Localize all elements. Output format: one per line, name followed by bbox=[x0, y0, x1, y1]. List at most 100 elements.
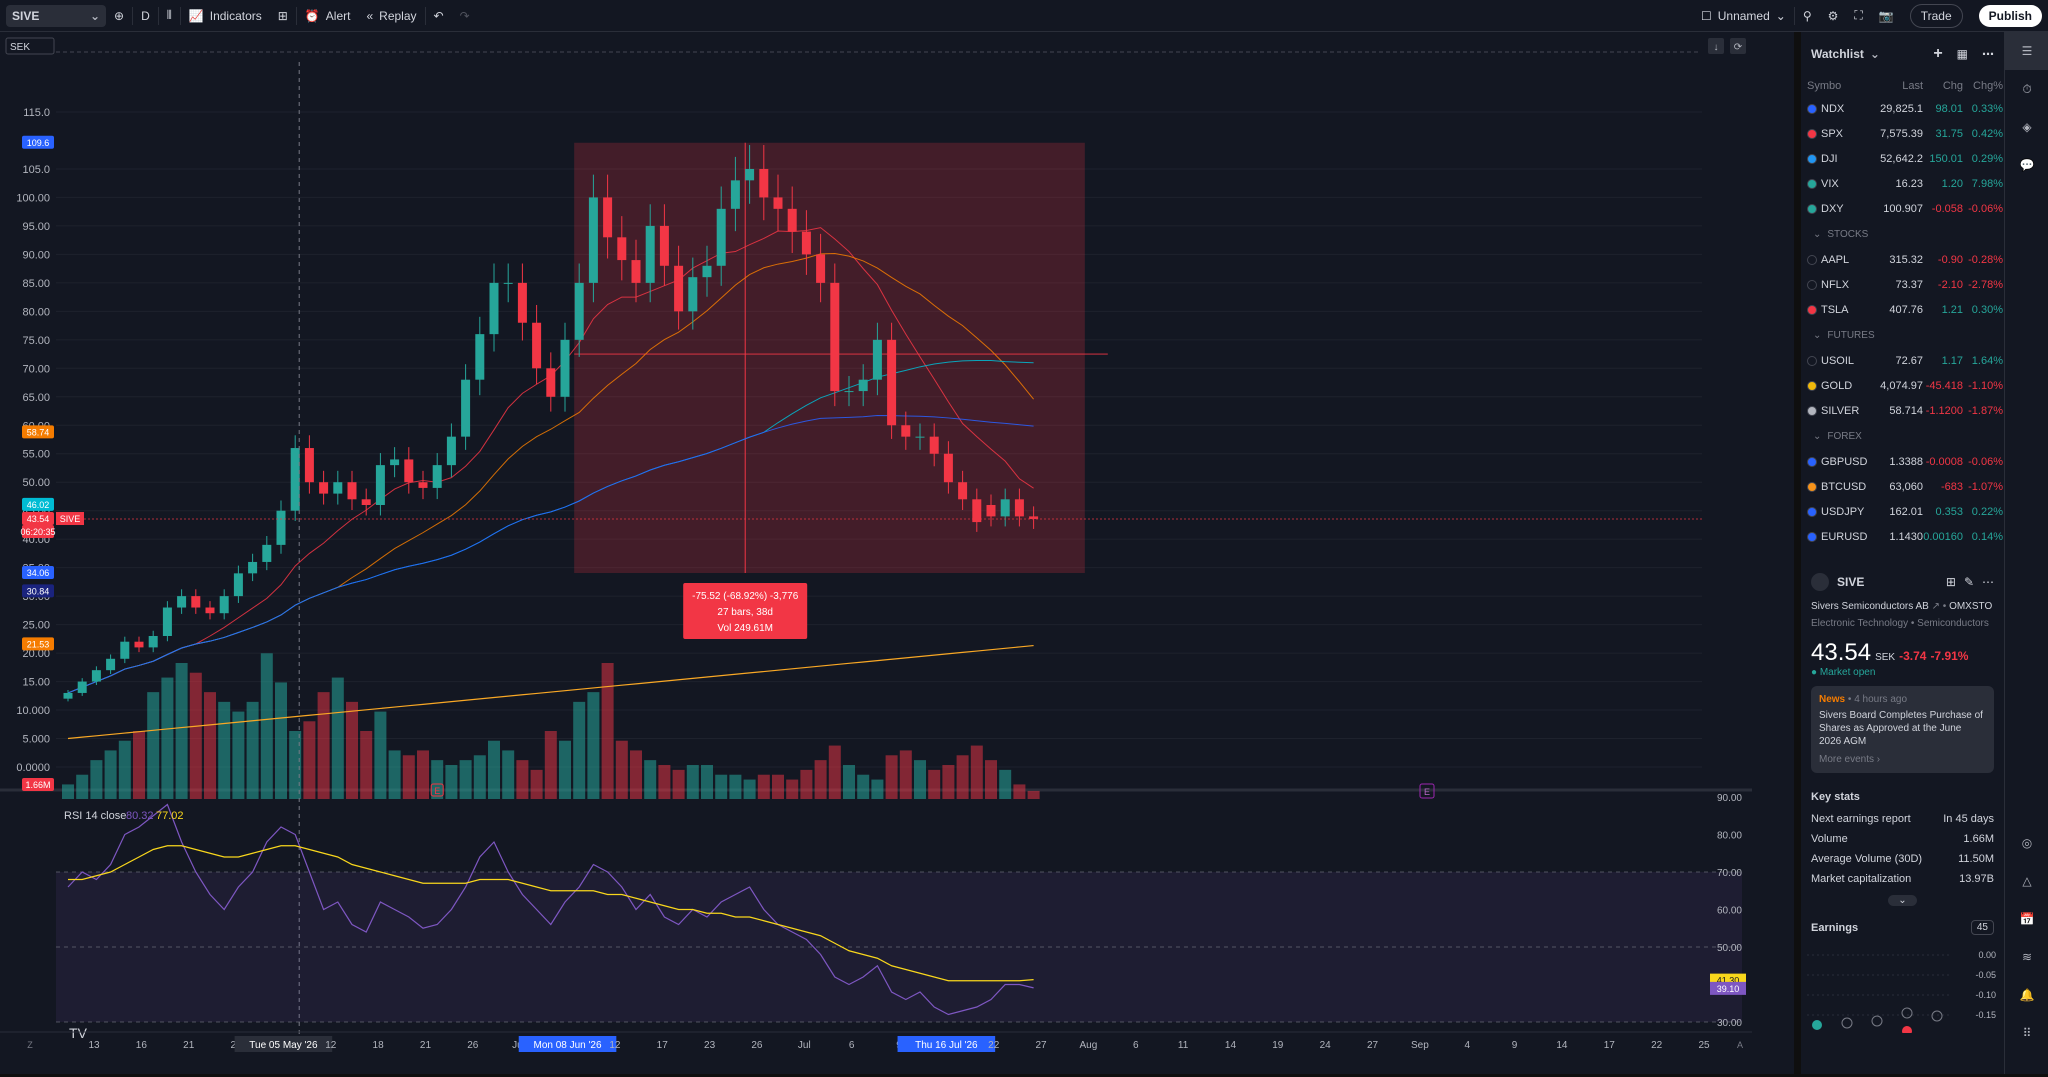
trade-button[interactable]: Trade bbox=[1909, 3, 1963, 28]
candle-body[interactable] bbox=[702, 265, 712, 278]
candle-body[interactable] bbox=[375, 465, 385, 505]
alert-button[interactable]: ⏰ Alert bbox=[297, 0, 359, 32]
candle-body[interactable] bbox=[120, 641, 130, 659]
table-icon[interactable]: ▦ bbox=[1957, 47, 1968, 61]
candle-body[interactable] bbox=[645, 225, 655, 283]
layers-tab[interactable]: ◈ bbox=[2005, 108, 2048, 146]
edit-icon[interactable]: ✎ bbox=[1964, 575, 1974, 589]
watchlist-row[interactable]: SILVER 58.714 -1.1200 -1.87% bbox=[1801, 398, 2004, 423]
candle-body[interactable] bbox=[77, 681, 87, 693]
price-chart[interactable]: 115.0 105.0 100.00 95.00 90.00 85.00 80.00 75.0… bbox=[0, 32, 1752, 1074]
chat-tab[interactable]: 💬 bbox=[2005, 146, 2048, 184]
more-icon[interactable]: ⋯ bbox=[1982, 575, 1994, 589]
candle-body[interactable] bbox=[177, 596, 187, 608]
candle-body[interactable] bbox=[1014, 499, 1024, 517]
watchlist-section-forex[interactable]: ⌄ FOREX bbox=[1801, 423, 2004, 449]
candle-body[interactable] bbox=[958, 482, 968, 500]
add-symbol-icon[interactable]: + bbox=[1933, 45, 1942, 63]
col-last[interactable]: Last bbox=[1877, 80, 1923, 92]
candle-body[interactable] bbox=[759, 168, 769, 198]
candle-body[interactable] bbox=[489, 282, 499, 335]
candle-body[interactable] bbox=[858, 379, 868, 392]
watchlist-row[interactable]: NDX 29,825.1 98.01 0.33% bbox=[1801, 96, 2004, 121]
candle-body[interactable] bbox=[674, 265, 684, 312]
templates-button[interactable]: ⊞ bbox=[270, 0, 296, 32]
candle-body[interactable] bbox=[333, 482, 343, 494]
settings-button[interactable]: ⚙ bbox=[1820, 0, 1847, 32]
sector[interactable]: Electronic Technology bbox=[1811, 618, 1908, 629]
more-events-link[interactable]: More events › bbox=[1819, 754, 1986, 765]
candle-body[interactable] bbox=[106, 658, 116, 671]
chevron-down-icon[interactable]: ⌄ bbox=[1870, 47, 1880, 61]
symbol-search[interactable]: SIVE ⌄ bbox=[6, 4, 106, 27]
candle-body[interactable] bbox=[631, 260, 641, 283]
candle-body[interactable] bbox=[901, 425, 911, 437]
candle-body[interactable] bbox=[986, 505, 996, 517]
candle-body[interactable] bbox=[830, 282, 840, 392]
candle-body[interactable] bbox=[560, 339, 570, 397]
candle-body[interactable] bbox=[887, 339, 897, 426]
candle-body[interactable] bbox=[91, 670, 101, 682]
candle-body[interactable] bbox=[503, 282, 513, 284]
candle-body[interactable] bbox=[603, 197, 613, 238]
candle-body[interactable] bbox=[716, 208, 726, 266]
calendar-tab[interactable]: 📅 bbox=[2005, 900, 2048, 938]
candle-body[interactable] bbox=[730, 180, 740, 209]
candle-body[interactable] bbox=[432, 465, 442, 488]
col-chgpct[interactable]: Chg% bbox=[1963, 80, 2003, 92]
candle-body[interactable] bbox=[276, 510, 286, 545]
candle-body[interactable] bbox=[233, 573, 243, 597]
watchlist-section-futures[interactable]: ⌄ FUTURES bbox=[1801, 322, 2004, 348]
candle-body[interactable] bbox=[162, 607, 172, 636]
undo-button[interactable]: ↶ bbox=[426, 0, 452, 32]
candle-body[interactable] bbox=[929, 436, 939, 454]
redo-button[interactable]: ↷ bbox=[452, 0, 478, 32]
apps-tab[interactable]: ⠿ bbox=[2005, 1014, 2048, 1052]
candle-body[interactable] bbox=[404, 459, 414, 483]
add-symbol-button[interactable]: ⊕ bbox=[106, 0, 132, 32]
quick-search-button[interactable]: ⚲ bbox=[1795, 0, 1820, 32]
candle-body[interactable] bbox=[588, 197, 598, 283]
candle-body[interactable] bbox=[844, 391, 854, 393]
watchlist-row[interactable]: USDJPY 162.01 0.353 0.22% bbox=[1801, 499, 2004, 524]
candle-body[interactable] bbox=[816, 254, 826, 283]
candle-body[interactable] bbox=[248, 561, 258, 574]
candle-body[interactable] bbox=[659, 225, 669, 266]
earnings-badge[interactable]: 45 bbox=[1970, 920, 1994, 935]
grid-icon[interactable]: ⊞ bbox=[1946, 575, 1956, 589]
watchlist-row[interactable]: SPX 7,575.39 31.75 0.42% bbox=[1801, 121, 2004, 146]
candle-body[interactable] bbox=[532, 322, 542, 369]
candle-body[interactable] bbox=[347, 482, 357, 500]
candle-body[interactable] bbox=[475, 334, 485, 380]
candle-body[interactable] bbox=[134, 641, 144, 648]
watchlist-row[interactable]: DJI 52,642.2 150.01 0.29% bbox=[1801, 146, 2004, 171]
watchlist-row[interactable]: GOLD 4,074.97 -45.418 -1.10% bbox=[1801, 373, 2004, 398]
chart-area[interactable]: 115.0 105.0 100.00 95.00 90.00 85.00 80.00 75.0… bbox=[0, 32, 1752, 1074]
candle-body[interactable] bbox=[461, 379, 471, 437]
industry[interactable]: Semiconductors bbox=[1917, 618, 1989, 629]
external-link-icon[interactable]: ↗ bbox=[1932, 601, 1940, 612]
indicators-button[interactable]: 📈 Indicators bbox=[181, 0, 270, 32]
watchlist-row[interactable]: EURUSD 1.1430 0.00160 0.14% bbox=[1801, 524, 2004, 549]
watchlist-tab[interactable]: ☰ bbox=[2005, 32, 2048, 70]
news-card[interactable]: News • 4 hours ago Sivers Board Complete… bbox=[1811, 686, 1994, 773]
more-icon[interactable]: ⋯ bbox=[1982, 47, 1994, 61]
candle-body[interactable] bbox=[205, 607, 215, 614]
ideas-tab[interactable]: △ bbox=[2005, 862, 2048, 900]
company-name[interactable]: Sivers Semiconductors AB bbox=[1811, 601, 1929, 612]
candle-body[interactable] bbox=[943, 453, 953, 483]
watchlist-row[interactable]: GBPUSD 1.3388 -0.0008 -0.06% bbox=[1801, 449, 2004, 474]
watchlist-section-stocks[interactable]: ⌄ STOCKS bbox=[1801, 221, 2004, 247]
watchlist-title[interactable]: Watchlist bbox=[1811, 47, 1864, 61]
candle-body[interactable] bbox=[191, 596, 201, 608]
candle-body[interactable] bbox=[1000, 499, 1010, 517]
candle-body[interactable] bbox=[304, 448, 314, 483]
candle-body[interactable] bbox=[801, 231, 811, 255]
target-tab[interactable]: ◎ bbox=[2005, 824, 2048, 862]
candle-body[interactable] bbox=[390, 459, 400, 466]
candle-body[interactable] bbox=[787, 208, 797, 232]
alerts-tab[interactable]: ⏱ bbox=[2005, 70, 2048, 108]
snapshot-button[interactable]: 📷 bbox=[1871, 0, 1902, 32]
chart-type-button[interactable]: ⫴ bbox=[159, 0, 180, 32]
candle-body[interactable] bbox=[915, 436, 925, 438]
